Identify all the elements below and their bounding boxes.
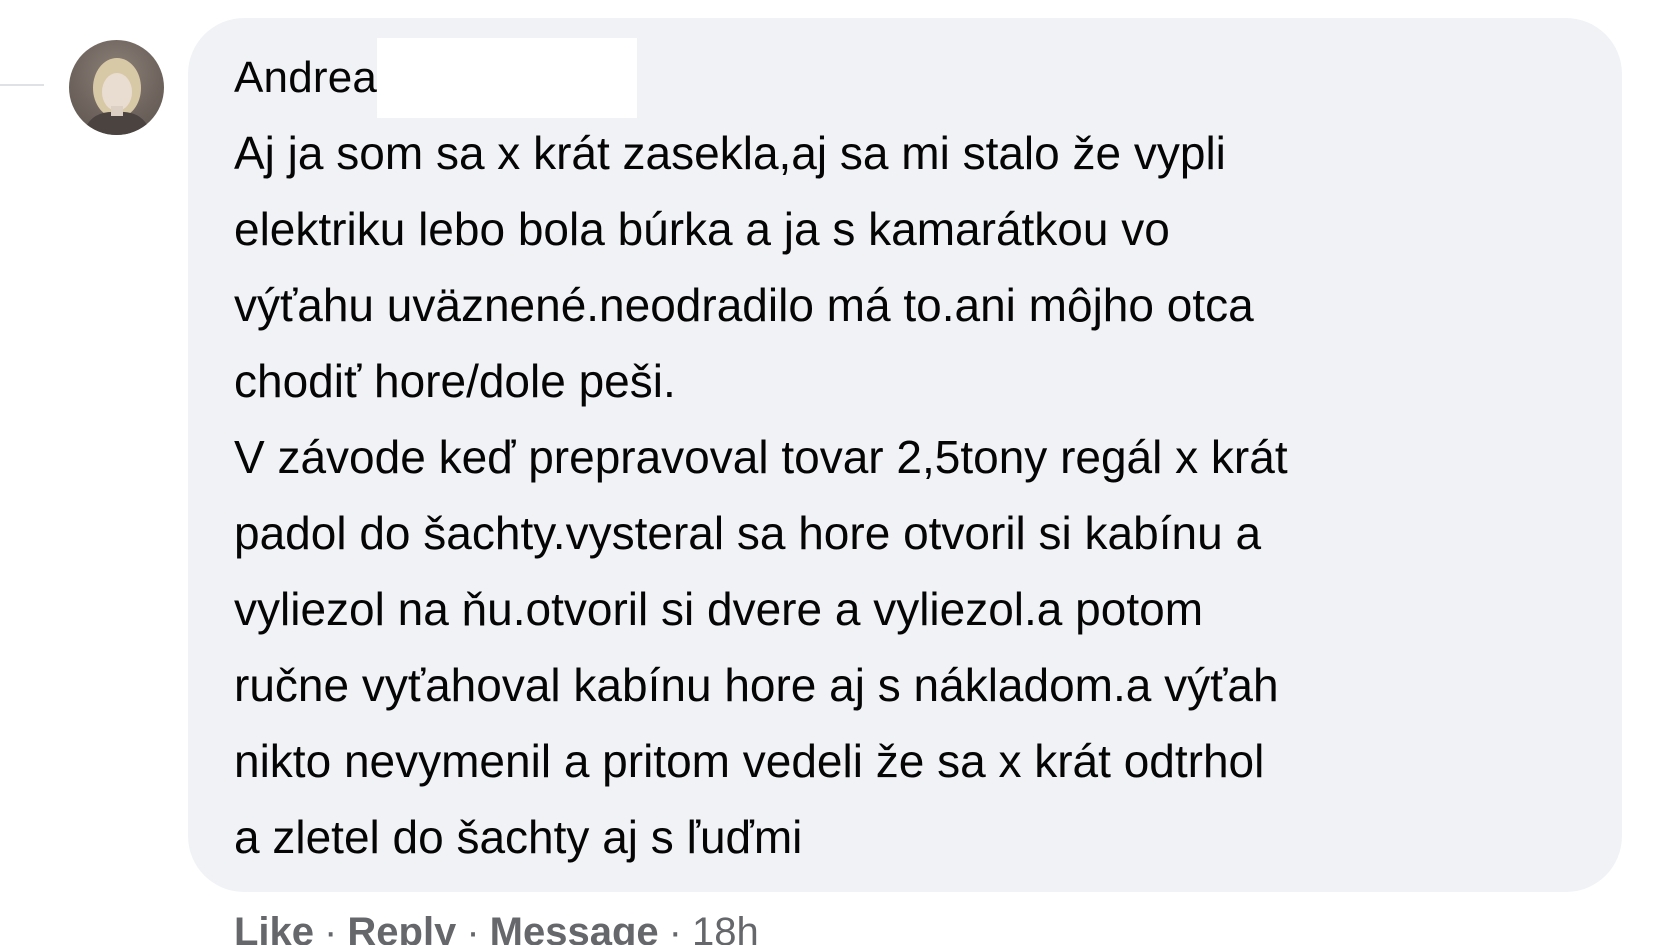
author-avatar[interactable] [69,40,164,135]
name-redaction-box [377,38,638,118]
avatar-photo-icon [83,58,151,135]
comment-line: Aj ja som sa x krát zasekla,aj sa mi sta… [234,127,1226,179]
comment-line: ručne vyťahoval kabínu hore aj s náklado… [234,659,1279,711]
comment-page: Andrea Aj ja som sa x krát zasekla,aj sa… [0,0,1680,945]
comment-actions: Like · Reply · Message · 18h [234,905,759,945]
comment-line: výťahu uväznené.neodradilo má to.ani môj… [234,279,1254,331]
action-separator: · [466,909,480,945]
reply-button[interactable]: Reply [347,910,456,945]
comment-line: V závode keď prepravoval tovar 2,5tony r… [234,431,1288,483]
like-button[interactable]: Like [234,910,314,945]
comment-line: vyliezol na ňu.otvoril si dvere a vyliez… [234,583,1204,635]
thread-connector-line [0,84,44,86]
author-row: Andrea [234,38,638,118]
comment-line: a zletel do šachty aj s ľuďmi [234,811,803,863]
author-name-link[interactable]: Andrea [234,56,377,100]
comment-line: elektriku lebo bola búrka a ja s kamarát… [234,203,1170,255]
action-separator: · [324,909,338,945]
comment-line: chodiť hore/dole peši. [234,355,676,407]
comment-line: padol do šachty.vysteral sa hore otvoril… [234,507,1262,559]
comment-timestamp[interactable]: 18h [692,910,759,945]
comment-line: nikto nevymenil a pritom vedeli že sa x … [234,735,1265,787]
comment-body: Aj ja som sa x krát zasekla,aj sa mi sta… [234,115,1579,875]
action-separator: · [668,909,682,945]
message-button[interactable]: Message [490,910,659,945]
